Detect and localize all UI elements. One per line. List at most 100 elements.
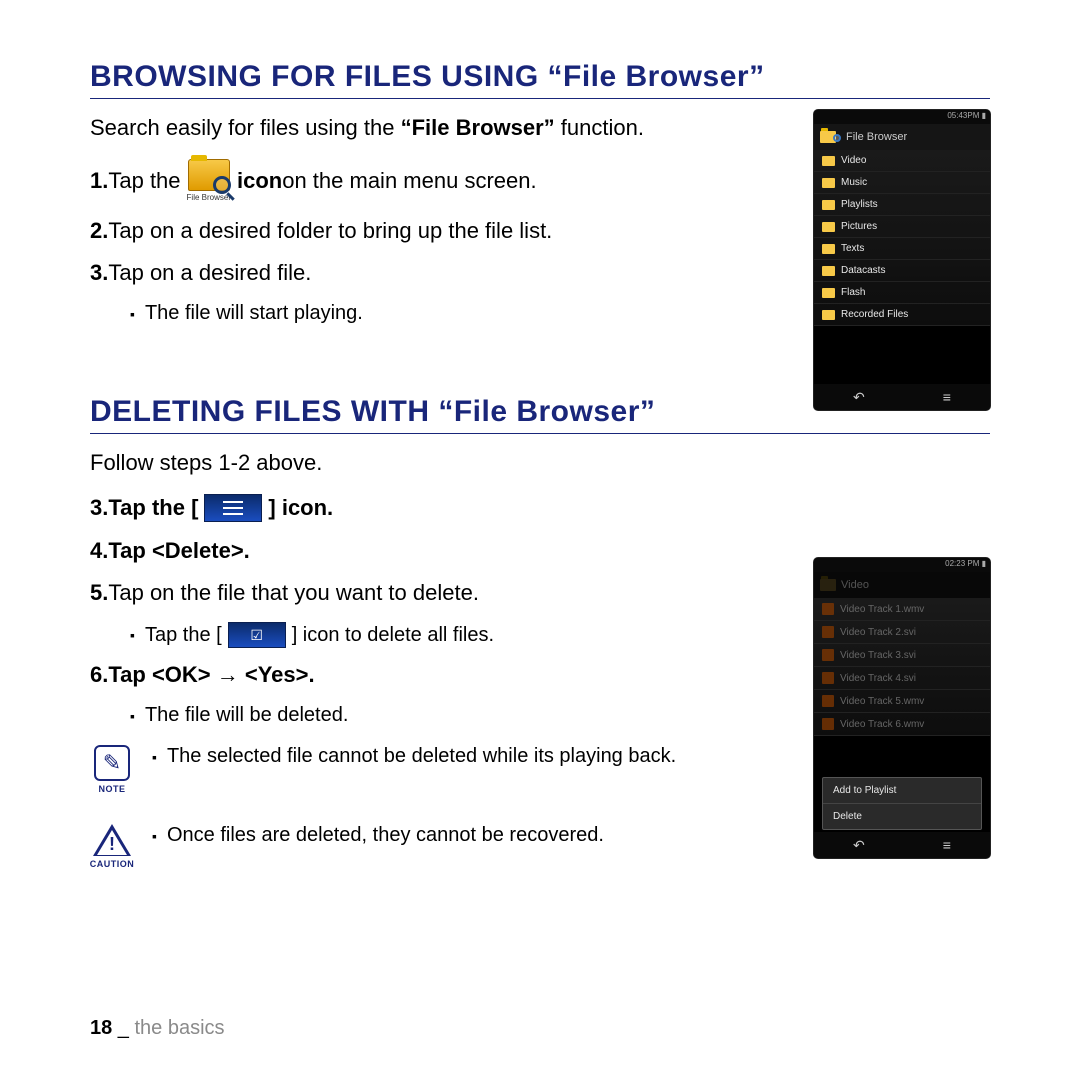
list-item[interactable]: Datacasts: [814, 260, 990, 282]
menu-icon[interactable]: ≡: [943, 837, 951, 853]
note-text: The selected file cannot be deleted whil…: [152, 745, 676, 768]
folder-icon: [822, 222, 835, 232]
phone1-titlebar: File Browser: [814, 124, 990, 150]
list-item[interactable]: Pictures: [814, 216, 990, 238]
file-icon: [822, 695, 834, 707]
intro-pre: Search easily for files using the: [90, 115, 401, 140]
list-item[interactable]: Texts: [814, 238, 990, 260]
list-label: Recorded Files: [841, 309, 908, 320]
folder-icon: [822, 178, 835, 188]
list-item[interactable]: Music: [814, 172, 990, 194]
menu-item-delete[interactable]: Delete: [823, 804, 981, 829]
menu-item-add-playlist[interactable]: Add to Playlist: [823, 778, 981, 804]
list-item[interactable]: Video Track 5.wmv: [814, 690, 990, 713]
phone2-titlebar: Video: [814, 572, 990, 598]
phone2-status: 02:23 PM ▮: [814, 558, 990, 572]
step1-num: 1.: [90, 168, 108, 194]
step3b-post: ] icon.: [268, 495, 333, 521]
section2-intro: Follow steps 1-2 above.: [90, 450, 990, 476]
section1-title: BROWSING FOR FILES USING “File Browser”: [90, 60, 990, 99]
page-footer: 18 _ the basics: [90, 1017, 225, 1040]
list-label: Flash: [841, 287, 865, 298]
note-badge: ✎ NOTE: [90, 745, 134, 794]
step6-num: 6.: [90, 662, 108, 688]
sub5-pre: Tap the [: [145, 624, 222, 647]
phone2-file-list: Video Track 1.wmv Video Track 2.svi Vide…: [814, 598, 990, 736]
list-label: Video Track 3.svi: [840, 650, 916, 661]
file-icon: [822, 626, 834, 638]
list-label: Video Track 1.wmv: [840, 604, 924, 615]
list-label: Video: [841, 155, 866, 166]
caution-icon: !: [93, 824, 131, 856]
phone2-bottombar: ↶ ≡: [814, 832, 990, 858]
list-item[interactable]: Flash: [814, 282, 990, 304]
file-icon: [822, 672, 834, 684]
sub1-text: The file will start playing.: [145, 302, 363, 325]
step-3b: 3. Tap the [ ] icon.: [90, 494, 990, 522]
icon-caption: File Browser: [187, 193, 231, 202]
list-label: Texts: [841, 243, 864, 254]
step5-num: 5.: [90, 580, 108, 606]
file-icon: [822, 603, 834, 615]
folder-icon: [822, 200, 835, 210]
check-all-icon: ☑: [228, 622, 286, 648]
phone1-bottombar: ↶ ≡: [814, 384, 990, 410]
menu-icon: [204, 494, 262, 522]
folder-icon: [822, 310, 835, 320]
list-item[interactable]: Video Track 1.wmv: [814, 598, 990, 621]
caution-badge: ! CAUTION: [90, 824, 134, 869]
step5-text: Tap on the file that you want to delete.: [108, 580, 479, 606]
caution-content: Once files are deleted, they cannot be r…: [167, 824, 604, 847]
list-item[interactable]: Video Track 6.wmv: [814, 713, 990, 736]
back-icon[interactable]: ↶: [853, 837, 865, 854]
file-browser-icon: File Browser: [187, 159, 231, 202]
step4-text: Tap <Delete>.: [108, 538, 249, 564]
phone2-title: Video: [841, 579, 869, 591]
list-label: Video Track 2.svi: [840, 627, 916, 638]
phone-screenshot-2: 02:23 PM ▮ Video Video Track 1.wmv Video…: [814, 558, 990, 858]
page-sep: _: [112, 1017, 134, 1039]
magnifier-icon: [833, 134, 841, 142]
step4-num: 4.: [90, 538, 108, 564]
file-icon: [822, 718, 834, 730]
file-icon: [822, 649, 834, 661]
back-icon[interactable]: ↶: [853, 389, 865, 406]
list-item[interactable]: Video Track 2.svi: [814, 621, 990, 644]
folder-icon: [822, 156, 835, 166]
phone1-title: File Browser: [846, 131, 907, 143]
context-menu: Add to Playlist Delete: [822, 777, 982, 830]
note-icon: ✎: [94, 745, 130, 781]
step6-text: Tap <OK> → <Yes>.: [108, 662, 314, 688]
menu-icon[interactable]: ≡: [943, 389, 951, 405]
note-label: NOTE: [98, 784, 125, 794]
folder-icon: [822, 266, 835, 276]
caution-label: CAUTION: [90, 859, 135, 869]
list-label: Music: [841, 177, 867, 188]
step1-bold: icon: [237, 168, 282, 194]
folder-icon: [822, 244, 835, 254]
caution-text: Once files are deleted, they cannot be r…: [152, 824, 604, 847]
phone1-status: 05:43PM ▮: [814, 110, 990, 124]
step1-pre: Tap the: [108, 168, 180, 194]
sub6-text: The file will be deleted.: [145, 704, 348, 727]
intro-bold: “File Browser”: [401, 115, 555, 140]
step1-post: on the main menu screen.: [282, 168, 536, 194]
intro-post: function.: [555, 115, 644, 140]
list-item[interactable]: Video Track 4.svi: [814, 667, 990, 690]
phone-screenshot-1: 05:43PM ▮ File Browser Video Music Playl…: [814, 110, 990, 410]
list-item[interactable]: Playlists: [814, 194, 990, 216]
list-item[interactable]: Video: [814, 150, 990, 172]
list-item[interactable]: Recorded Files: [814, 304, 990, 326]
step3b-num: 3.: [90, 495, 108, 521]
list-label: Playlists: [841, 199, 878, 210]
list-label: Video Track 6.wmv: [840, 719, 924, 730]
folder-icon: [822, 288, 835, 298]
list-item[interactable]: Video Track 3.svi: [814, 644, 990, 667]
list-label: Datacasts: [841, 265, 885, 276]
step3b-pre: Tap the [: [108, 495, 198, 521]
folder-icon: [820, 579, 836, 591]
note-content: The selected file cannot be deleted whil…: [167, 745, 676, 768]
list-label: Video Track 4.svi: [840, 673, 916, 684]
page-number: 18: [90, 1017, 112, 1039]
step2-num: 2.: [90, 218, 108, 244]
